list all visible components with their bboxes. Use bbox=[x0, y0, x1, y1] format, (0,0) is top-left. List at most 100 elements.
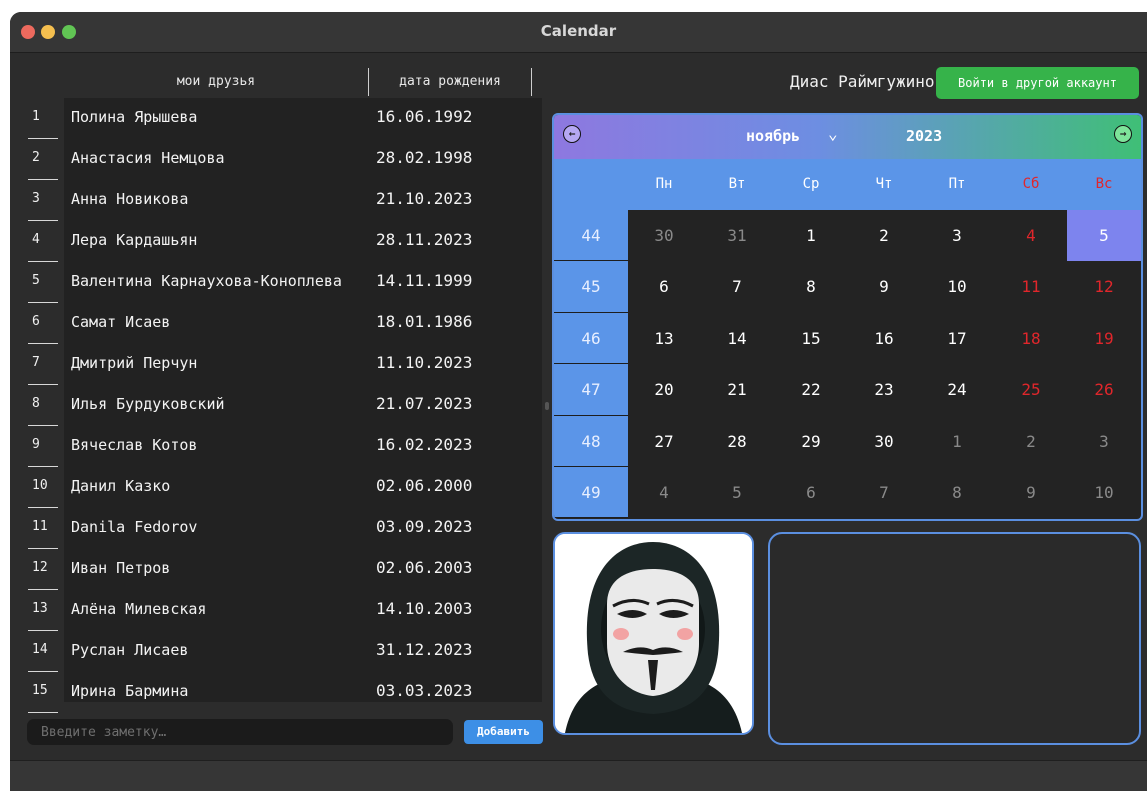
friend-row[interactable]: Илья Бурдуковский 21.07.2023 bbox=[64, 385, 542, 426]
friend-birthdate: 03.09.2023 bbox=[376, 517, 473, 536]
calendar-day-cell[interactable]: 8 bbox=[774, 261, 848, 312]
friend-row[interactable]: Ирина Бармина 03.03.2023 bbox=[64, 672, 542, 713]
note-input[interactable] bbox=[27, 719, 453, 745]
friend-row[interactable]: Самат Исаев 18.01.1986 bbox=[64, 303, 542, 344]
calendar-day-cell[interactable]: 1 bbox=[920, 416, 994, 467]
calendar-day-cell[interactable]: 4 bbox=[627, 467, 701, 518]
calendar-day-cell[interactable]: 19 bbox=[1067, 313, 1141, 364]
chevron-down-icon[interactable]: ⌄ bbox=[828, 124, 838, 143]
weekday-header: Вс bbox=[1067, 159, 1141, 210]
add-note-button[interactable]: Добавить bbox=[464, 720, 543, 744]
friend-row[interactable]: Danila Fedorov 03.09.2023 bbox=[64, 508, 542, 549]
row-number: 2 bbox=[20, 139, 64, 180]
calendar-day-cell[interactable]: 9 bbox=[847, 261, 921, 312]
friend-name: Руслан Лисаев bbox=[71, 641, 189, 659]
friend-row[interactable]: Анастасия Немцова 28.02.1998 bbox=[64, 139, 542, 180]
notes-panel[interactable] bbox=[768, 532, 1141, 745]
week-number: 47 bbox=[554, 364, 628, 416]
calendar-day-cell[interactable]: 4 bbox=[994, 210, 1068, 261]
calendar-day-cell[interactable]: 28 bbox=[700, 416, 774, 467]
calendar-day-cell[interactable]: 8 bbox=[920, 467, 994, 518]
calendar-day-cell[interactable]: 15 bbox=[774, 313, 848, 364]
calendar-day-cell[interactable]: 22 bbox=[774, 364, 848, 415]
calendar-day-cell[interactable]: 14 bbox=[700, 313, 774, 364]
friend-row[interactable]: Анна Новикова 21.10.2023 bbox=[64, 180, 542, 221]
friend-row[interactable]: Дмитрий Перчун 11.10.2023 bbox=[64, 344, 542, 385]
calendar-day-cell[interactable]: 5 bbox=[700, 467, 774, 518]
calendar-day-cell[interactable]: 30 bbox=[847, 416, 921, 467]
friend-row[interactable]: Руслан Лисаев 31.12.2023 bbox=[64, 631, 542, 672]
friend-birthdate: 31.12.2023 bbox=[376, 640, 473, 659]
calendar-day-cell[interactable]: 31 bbox=[700, 210, 774, 261]
friend-row[interactable]: Полина Ярышева 16.06.1992 bbox=[64, 98, 542, 139]
friends-date-header[interactable]: дата рождения bbox=[369, 70, 531, 94]
calendar-day-cell[interactable]: 2 bbox=[847, 210, 921, 261]
calendar-day-cell[interactable]: 29 bbox=[774, 416, 848, 467]
friends-name-header[interactable]: мои друзья bbox=[64, 70, 368, 94]
friend-avatar bbox=[553, 532, 754, 735]
friend-row[interactable]: Иван Петров 02.06.2003 bbox=[64, 549, 542, 590]
friend-birthdate: 28.11.2023 bbox=[376, 230, 473, 249]
week-number: 48 bbox=[554, 415, 628, 467]
calendar-day-cell[interactable]: 21 bbox=[700, 364, 774, 415]
row-number-text: 2 bbox=[32, 150, 40, 165]
friend-birthdate: 21.07.2023 bbox=[376, 394, 473, 413]
calendar-day-cell[interactable]: 9 bbox=[994, 467, 1068, 518]
friend-name: Ирина Бармина bbox=[71, 682, 189, 700]
calendar-day-cell[interactable]: 12 bbox=[1067, 261, 1141, 312]
next-month-icon[interactable]: → bbox=[1114, 125, 1132, 143]
calendar-day-cell[interactable]: 18 bbox=[994, 313, 1068, 364]
friend-name: Данил Казко bbox=[71, 477, 171, 495]
row-number-text: 7 bbox=[32, 355, 40, 370]
weekday-header: Сб bbox=[994, 159, 1068, 210]
weekday-header: Чт bbox=[847, 159, 921, 210]
calendar-day-cell[interactable]: 6 bbox=[774, 467, 848, 518]
row-number: 7 bbox=[20, 344, 64, 385]
calendar-day-cell[interactable]: 1 bbox=[774, 210, 848, 261]
calendar-day-cell[interactable]: 3 bbox=[920, 210, 994, 261]
calendar-day-cell[interactable]: 10 bbox=[920, 261, 994, 312]
row-number: 14 bbox=[20, 631, 64, 672]
split-handle[interactable] bbox=[545, 402, 549, 410]
friend-row[interactable]: Алёна Милевская 14.10.2003 bbox=[64, 590, 542, 631]
year-selector[interactable]: 2023 bbox=[906, 127, 942, 145]
row-number: 3 bbox=[20, 180, 64, 221]
calendar-day-cell[interactable]: 26 bbox=[1067, 364, 1141, 415]
prev-month-icon[interactable]: ← bbox=[563, 125, 581, 143]
calendar-day-cell[interactable]: 6 bbox=[627, 261, 701, 312]
calendar-day-cell[interactable]: 27 bbox=[627, 416, 701, 467]
weekday-header: Пн bbox=[627, 159, 701, 210]
calendar-day-cell[interactable]: 10 bbox=[1067, 467, 1141, 518]
friend-birthdate: 11.10.2023 bbox=[376, 353, 473, 372]
calendar-day-cell[interactable]: 7 bbox=[847, 467, 921, 518]
calendar-day-cell[interactable]: 13 bbox=[627, 313, 701, 364]
friend-birthdate: 16.02.2023 bbox=[376, 435, 473, 454]
friend-name: Илья Бурдуковский bbox=[71, 395, 225, 413]
friend-name: Лера Кардашьян bbox=[71, 231, 198, 249]
calendar-day-cell[interactable]: 25 bbox=[994, 364, 1068, 415]
row-number-text: 14 bbox=[32, 642, 48, 657]
calendar-day-cell[interactable]: 17 bbox=[920, 313, 994, 364]
calendar-day-cell[interactable]: 11 bbox=[994, 261, 1068, 312]
friend-row[interactable]: Лера Кардашьян 28.11.2023 bbox=[64, 221, 542, 262]
calendar-corner-cell bbox=[554, 159, 628, 210]
calendar-day-cell[interactable]: 23 bbox=[847, 364, 921, 415]
switch-account-button[interactable]: Войти в другой аккаунт bbox=[936, 67, 1139, 99]
friend-birthdate: 02.06.2000 bbox=[376, 476, 473, 495]
friend-row[interactable]: Вячеслав Котов 16.02.2023 bbox=[64, 426, 542, 467]
friend-name: Иван Петров bbox=[71, 559, 171, 577]
calendar-day-cell[interactable]: 20 bbox=[627, 364, 701, 415]
calendar-day-cell[interactable]: 2 bbox=[994, 416, 1068, 467]
calendar-day-cell[interactable]: 5 bbox=[1067, 210, 1141, 262]
friend-row[interactable]: Данил Казко 02.06.2000 bbox=[64, 467, 542, 508]
row-number-text: 6 bbox=[32, 314, 40, 329]
friend-row[interactable]: Валентина Карнаухова-Коноплева 14.11.1999 bbox=[64, 262, 542, 303]
calendar-day-cell[interactable]: 7 bbox=[700, 261, 774, 312]
month-selector[interactable]: ноябрь bbox=[746, 127, 800, 145]
row-number: 15 bbox=[20, 672, 64, 713]
calendar-day-cell[interactable]: 3 bbox=[1067, 416, 1141, 467]
calendar-day-cell[interactable]: 30 bbox=[627, 210, 701, 261]
row-number-text: 11 bbox=[32, 519, 48, 534]
calendar-day-cell[interactable]: 24 bbox=[920, 364, 994, 415]
calendar-day-cell[interactable]: 16 bbox=[847, 313, 921, 364]
